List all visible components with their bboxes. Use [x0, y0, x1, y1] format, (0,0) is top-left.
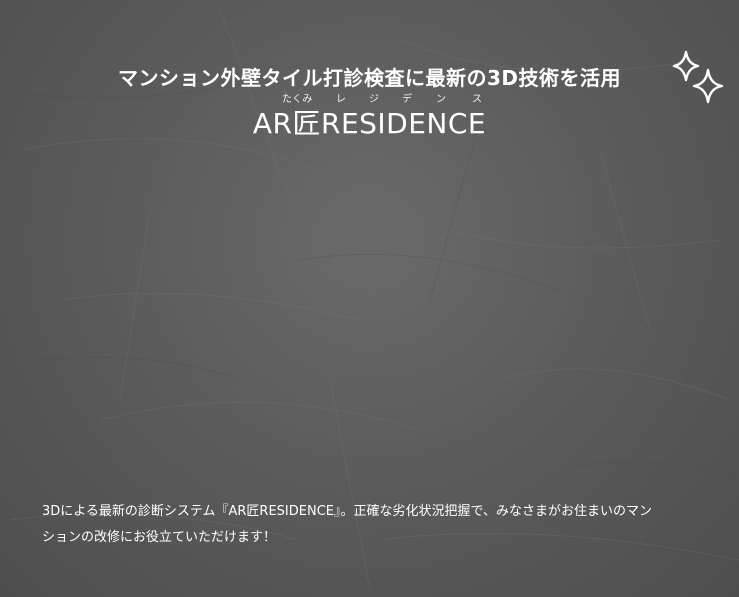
- description-text: 3Dによる最新の診断システム『AR匠RESIDENCE』。正確な劣化状況把握で、…: [42, 499, 712, 551]
- hero-subtitle: マンション外壁タイル打診検査に最新の3D技術を活用: [117, 66, 622, 90]
- sparkles-icon: [672, 50, 724, 104]
- description-line-2: ションの改修にお役立ていただけます！: [42, 530, 277, 545]
- description-line-1: 3Dによる最新の診断システム『AR匠RESIDENCE』。正確な劣化状況把握で、…: [42, 504, 652, 519]
- brand-title: AR匠RESIDENCE: [252, 107, 487, 140]
